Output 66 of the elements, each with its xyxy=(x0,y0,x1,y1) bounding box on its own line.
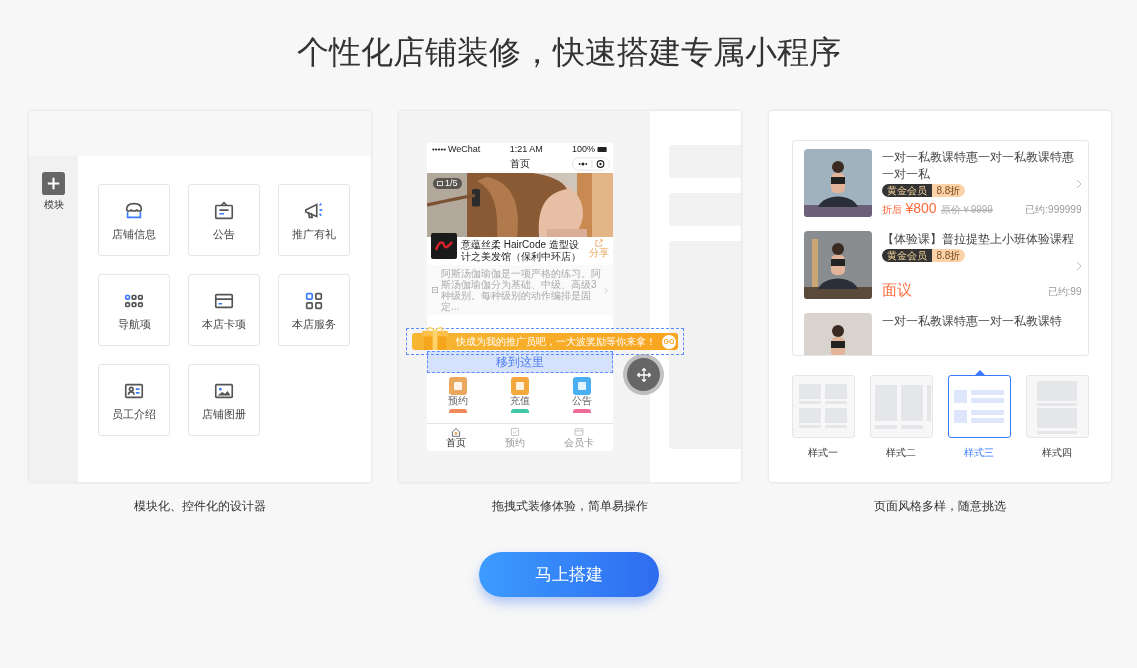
battery-label: 100% xyxy=(571,143,595,155)
add-module-button[interactable]: 模块 xyxy=(42,172,65,211)
drop-target: 移到这里 xyxy=(427,351,613,373)
nav-title: 首页 xyxy=(510,158,530,170)
panel-caption: 页面风格多样，随意挑选 xyxy=(874,498,1006,514)
share-icon xyxy=(595,239,603,247)
style-label: 样式三 xyxy=(964,447,994,459)
store-logo xyxy=(431,233,457,259)
product-price: 面议 xyxy=(881,281,912,299)
booked-count: 已约:99 xyxy=(1047,285,1082,299)
member-tag: 黄金会员 xyxy=(881,249,932,262)
member-tag: 8.8折 xyxy=(931,184,966,197)
style-label: 样式二 xyxy=(886,447,916,459)
battery-icon xyxy=(597,146,608,152)
calendar-check-icon xyxy=(510,426,520,437)
app-tile-icon xyxy=(573,377,591,395)
shortcut-item[interactable]: 预约 xyxy=(448,377,468,407)
member-tag: 8.8折 xyxy=(931,249,966,262)
price-label: 折后 xyxy=(881,203,902,217)
promo-text: 快成为我的推广员吧，一大波奖励等你来拿！ xyxy=(456,335,657,348)
style-label: 样式一 xyxy=(808,447,838,459)
app-tile-icon xyxy=(449,377,467,395)
capsule-menu-icon xyxy=(572,157,610,171)
card-icon xyxy=(573,426,584,437)
shortcut-item[interactable]: 公告 xyxy=(572,377,592,407)
signal-icon xyxy=(432,147,446,151)
shortcut-item[interactable]: 充值 xyxy=(510,377,530,407)
product-title: 一对一私教课特惠一对一私教课特惠一对一私 xyxy=(881,149,1075,183)
product-item[interactable]: 一对一私教课特惠一对一私教课特 xyxy=(803,313,1082,355)
style-label: 样式四 xyxy=(1042,447,1072,459)
product-item[interactable]: 【体验课】普拉提垫上小班体验课程 黄金会员 8.8折 面议 已约:99 xyxy=(803,231,1082,299)
module-tile[interactable]: 本店卡项 xyxy=(188,274,260,346)
plus-icon xyxy=(42,172,65,195)
panel-caption: 模块化、控件化的设计器 xyxy=(134,498,266,514)
photo-counter: 1/5 xyxy=(433,178,462,189)
notice-board-icon xyxy=(213,199,235,222)
product-item[interactable]: 一对一私教课特惠一对一私教课特惠一对一私 黄金会员 8.8折 折后 ¥800 原价￥9999 已约:999999 xyxy=(803,149,1082,217)
module-tile[interactable]: 公告 xyxy=(188,184,260,256)
product-title: 【体验课】普拉提垫上小班体验课程 xyxy=(881,231,1075,248)
member-tag: 黄金会员 xyxy=(881,184,932,197)
module-tile[interactable]: 店铺图册 xyxy=(188,364,260,436)
tab-bar-item[interactable]: 首页 xyxy=(446,426,467,449)
module-tile[interactable]: 本店服务 xyxy=(278,274,350,346)
product-price: ¥800 xyxy=(905,199,937,217)
build-now-button[interactable]: 马上搭建 xyxy=(478,552,659,597)
page-heading: 个性化店铺装修，快速搭建专属小程序 xyxy=(296,33,841,72)
pointer-icon xyxy=(974,370,985,375)
app-tile-icon xyxy=(511,377,529,395)
store-name: 意蕴丝柔 HairCode 造型设计之美发馆（保利中环店） xyxy=(461,239,582,263)
product-title: 一对一私教课特惠一对一私教课特 xyxy=(881,313,1063,330)
module-tile[interactable]: 推广有礼 xyxy=(278,184,350,256)
chevron-right-icon xyxy=(1075,261,1082,271)
carrier-label: WeChat xyxy=(448,143,481,155)
panel-caption: 拖拽式装修体验，简单易操作 xyxy=(492,498,648,514)
house-icon xyxy=(451,426,462,437)
chevron-right-icon xyxy=(1075,179,1082,189)
status-time: 1:21 AM xyxy=(509,143,543,155)
note-icon xyxy=(432,287,438,293)
move-icon xyxy=(635,366,652,383)
module-tile[interactable]: 导航项 xyxy=(98,274,170,346)
image-icon xyxy=(437,181,443,186)
chevron-right-icon xyxy=(604,286,608,294)
module-tile[interactable]: 店铺信息 xyxy=(98,184,170,256)
module-tile[interactable]: 员工介绍 xyxy=(98,364,170,436)
booked-count: 已约:999999 xyxy=(1025,203,1082,217)
original-price: 原价￥9999 xyxy=(940,203,993,217)
